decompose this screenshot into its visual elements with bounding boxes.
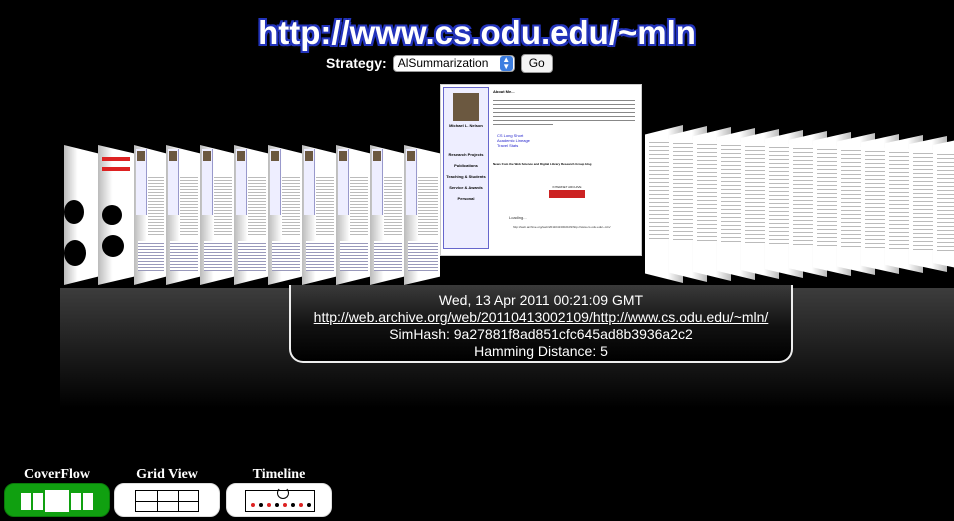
memento-card[interactable] xyxy=(200,145,234,285)
thumb-sidebar: Michael L. Nelson Research Projects Publi… xyxy=(443,87,489,249)
memento-hamming-distance: Hamming Distance: 5 xyxy=(474,343,608,359)
coverflow-view-icon xyxy=(4,483,110,517)
current-memento-thumbnail[interactable]: Michael L. Nelson Research Projects Publi… xyxy=(440,84,642,256)
grid-view-label: Grid View xyxy=(136,467,198,482)
thumb-heading: About Me... xyxy=(493,89,515,94)
memento-card[interactable] xyxy=(268,145,302,285)
memento-card[interactable] xyxy=(234,145,268,285)
avatar xyxy=(453,93,479,121)
thumb-nav-item: Teaching & Students xyxy=(446,174,486,179)
thumb-lab-line: News from the Web Science and Digital Li… xyxy=(493,162,592,166)
strategy-label: Strategy: xyxy=(326,55,387,71)
coverflow-view-button[interactable]: CoverFlow xyxy=(4,466,110,517)
coverflow-gallery[interactable] xyxy=(0,0,954,521)
strategy-selected-value: AlSummarization xyxy=(397,56,489,70)
memento-info-panel: Wed, 13 Apr 2011 00:21:09 GMT http://web… xyxy=(289,285,793,363)
timeline-view-button[interactable]: Timeline xyxy=(226,466,332,517)
strategy-controls: Strategy: AlSummarization ▲ ▼ Go xyxy=(326,53,553,73)
go-button[interactable]: Go xyxy=(520,53,553,73)
thumb-footer-link: http://web.archive.org/web/2011041300210… xyxy=(513,225,611,229)
thumb-loading: Loading... xyxy=(509,215,527,220)
thumb-nav-item: Personal xyxy=(457,196,475,201)
memento-card[interactable] xyxy=(98,145,134,285)
memento-card[interactable] xyxy=(166,145,200,285)
memento-card[interactable] xyxy=(404,145,440,285)
memento-uri-link[interactable]: http://web.archive.org/web/2011041300210… xyxy=(314,309,769,325)
memento-datetime: Wed, 13 Apr 2011 00:21:09 GMT xyxy=(438,292,644,308)
thumb-nav-item: Research Projects xyxy=(448,152,484,157)
view-switcher: CoverFlow Grid View Timeline xyxy=(0,466,954,521)
strategy-select[interactable]: AlSummarization ▲ ▼ xyxy=(392,54,515,72)
thumb-nav-item: Service & Awards xyxy=(449,185,483,190)
page-title: http://www.cs.odu.edu/~mln xyxy=(258,14,696,51)
grid-view-button[interactable]: Grid View xyxy=(114,466,220,517)
memento-card[interactable] xyxy=(336,145,370,285)
memento-card[interactable] xyxy=(302,145,336,285)
memento-card[interactable] xyxy=(134,145,166,285)
thumb-link: Travel Stats xyxy=(497,143,519,148)
memento-simhash: SimHash: 9a27881f8ad851cfc645ad8b3936a2c… xyxy=(389,326,693,342)
thumb-name: Michael L. Nelson xyxy=(449,123,483,128)
memento-card[interactable] xyxy=(64,145,98,285)
coverflow-view-label: CoverFlow xyxy=(23,467,91,482)
memento-card[interactable] xyxy=(370,145,404,285)
thumb-nav-item: Publications xyxy=(454,163,478,168)
timeline-view-label: Timeline xyxy=(252,467,306,482)
grid-view-icon xyxy=(114,483,220,517)
select-arrows-icon: ▲ ▼ xyxy=(499,55,513,71)
memento-card[interactable] xyxy=(933,137,954,271)
internet-archive-logo-icon: INTERNET ARCHIVE xyxy=(549,185,585,199)
timeline-view-icon xyxy=(226,483,332,517)
